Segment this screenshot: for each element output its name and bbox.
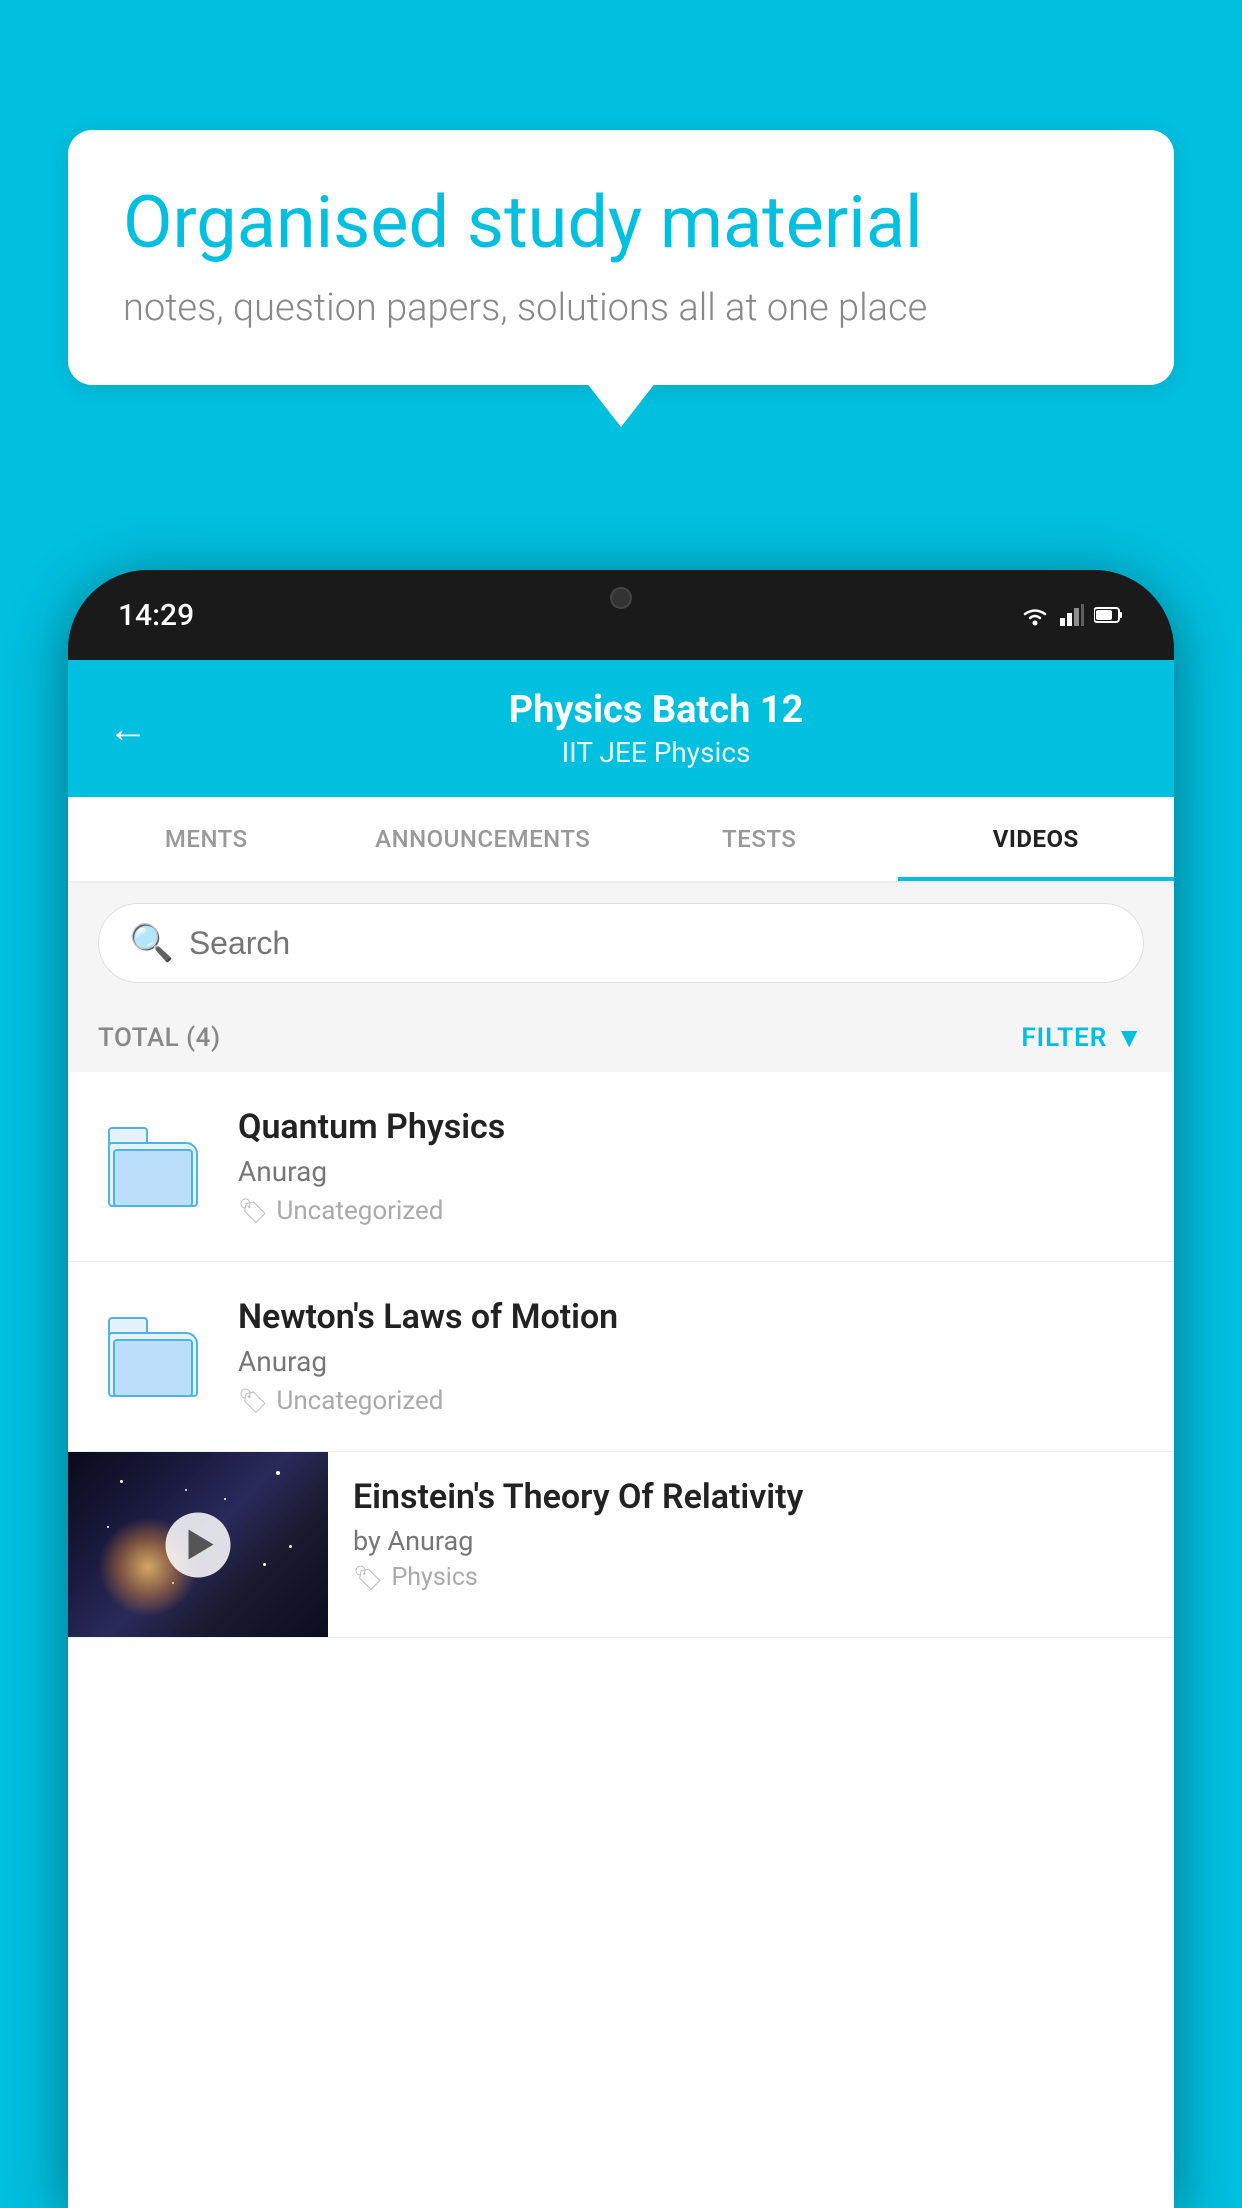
video-tag-2: 🏷 Uncategorized: [238, 1386, 1144, 1416]
wifi-icon: [1020, 604, 1050, 626]
tab-ments[interactable]: MENTS: [68, 797, 345, 881]
video-author-2: Anurag: [238, 1345, 1144, 1378]
list-item[interactable]: Einstein's Theory Of Relativity by Anura…: [68, 1452, 1174, 1638]
play-button[interactable]: [166, 1512, 231, 1577]
list-item[interactable]: Quantum Physics Anurag 🏷 Uncategorized: [68, 1072, 1174, 1262]
video-author-1: Anurag: [238, 1155, 1144, 1188]
status-time: 14:29: [118, 598, 194, 633]
list-item[interactable]: Newton's Laws of Motion Anurag 🏷 Uncateg…: [68, 1262, 1174, 1452]
search-icon: 🔍: [129, 922, 174, 964]
filter-funnel-icon: ▼: [1115, 1021, 1144, 1054]
folder-icon: [108, 1317, 198, 1397]
filter-row: TOTAL (4) FILTER ▼: [68, 1003, 1174, 1072]
search-input[interactable]: [189, 925, 1113, 962]
tag-icon: 🏷: [238, 1387, 268, 1415]
tab-announcements[interactable]: ANNOUNCEMENTS: [345, 797, 622, 881]
speech-bubble-heading: Organised study material: [123, 180, 1119, 266]
tabs-bar: MENTS ANNOUNCEMENTS TESTS VIDEOS: [68, 797, 1174, 883]
batch-name: Physics Batch 12: [178, 688, 1134, 732]
phone-frame: 14:29: [68, 570, 1174, 2208]
video-author-3: by Anurag: [353, 1525, 1149, 1557]
signal-icon: [1060, 604, 1084, 626]
video-title-3: Einstein's Theory Of Relativity: [353, 1477, 1149, 1517]
video-info-3: Einstein's Theory Of Relativity by Anura…: [328, 1452, 1174, 1617]
video-title-2: Newton's Laws of Motion: [238, 1297, 1144, 1337]
tag-icon: 🏷: [238, 1197, 268, 1225]
search-input-wrapper: 🔍: [98, 903, 1144, 983]
total-label: TOTAL (4): [98, 1023, 221, 1053]
video-tag-3: 🏷 Physics: [353, 1563, 1149, 1592]
speech-bubble-subtext: notes, question papers, solutions all at…: [123, 286, 1119, 330]
filter-label: FILTER: [1021, 1023, 1107, 1053]
video-tag-1: 🏷 Uncategorized: [238, 1196, 1144, 1226]
speech-bubble: Organised study material notes, question…: [68, 130, 1174, 385]
search-bar-container: 🔍: [68, 883, 1174, 1003]
tag-icon: 🏷: [353, 1564, 383, 1592]
tab-tests[interactable]: TESTS: [621, 797, 898, 881]
app-header: ← Physics Batch 12 IIT JEE Physics: [68, 660, 1174, 797]
folder-icon: [108, 1127, 198, 1207]
play-triangle-icon: [188, 1530, 213, 1560]
header-title-group: Physics Batch 12 IIT JEE Physics: [178, 688, 1134, 769]
video-list: Quantum Physics Anurag 🏷 Uncategorized: [68, 1072, 1174, 1638]
video-thumbnail-3: [68, 1452, 328, 1637]
video-info-1: Quantum Physics Anurag 🏷 Uncategorized: [238, 1107, 1144, 1226]
video-title-1: Quantum Physics: [238, 1107, 1144, 1147]
phone-notch: [531, 570, 711, 625]
app-content: ← Physics Batch 12 IIT JEE Physics MENTS…: [68, 660, 1174, 2208]
video-thumbnail-1: [98, 1112, 208, 1222]
camera-icon: [610, 587, 632, 609]
back-button[interactable]: ←: [108, 705, 148, 752]
batch-tags: IIT JEE Physics: [178, 736, 1134, 769]
filter-button[interactable]: FILTER ▼: [1021, 1021, 1144, 1054]
video-thumbnail-2: [98, 1302, 208, 1412]
status-icons: [1020, 604, 1124, 626]
battery-icon: [1094, 606, 1124, 624]
tab-videos[interactable]: VIDEOS: [898, 797, 1175, 881]
video-info-2: Newton's Laws of Motion Anurag 🏷 Uncateg…: [238, 1297, 1144, 1416]
status-bar: 14:29: [68, 570, 1174, 660]
